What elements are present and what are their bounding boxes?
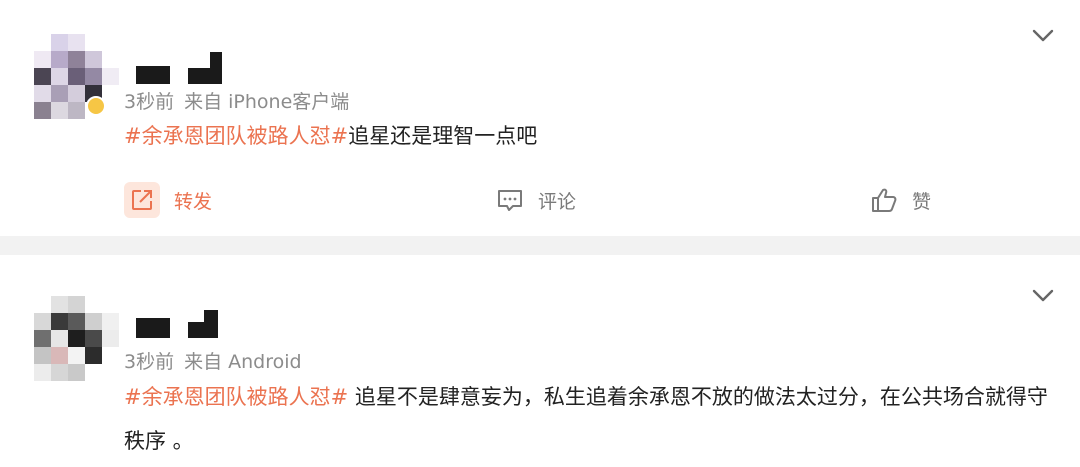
avatar[interactable]: [34, 34, 119, 119]
like-button[interactable]: 赞: [870, 180, 931, 220]
hashtag-link[interactable]: #余承恩团队被路人怼#: [124, 385, 348, 409]
comment-label: 评论: [538, 190, 577, 213]
like-icon: [872, 188, 897, 212]
post-meta: 3秒前 来自 iPhone客户端: [124, 87, 349, 114]
post-card: 3秒前 来自 Android #余承恩团队被路人怼# 追星不是肆意妄为，私生追着余…: [0, 255, 1080, 467]
post-content: #余承恩团队被路人怼# 追星不是肆意妄为，私生追着余承恩不放的做法太过分，在公共…: [124, 375, 1054, 463]
post-source: 来自 Android: [184, 351, 302, 373]
post-text: 追星还是理智一点吧: [348, 124, 538, 148]
comment-button[interactable]: 评论: [496, 180, 576, 220]
post-divider: [0, 236, 1080, 255]
action-bar: 转发 评论 赞: [0, 180, 1080, 220]
repost-button[interactable]: 转发: [124, 180, 212, 220]
post-meta: 3秒前 来自 Android: [124, 347, 302, 374]
repost-label: 转发: [174, 190, 213, 213]
username-redacted[interactable]: [136, 310, 218, 338]
chevron-down-icon[interactable]: [1030, 22, 1056, 48]
like-label: 赞: [912, 190, 932, 213]
vip-badge-icon: [86, 96, 106, 116]
post-source: 来自 iPhone客户端: [184, 91, 350, 113]
avatar[interactable]: [34, 296, 119, 381]
post-time: 3秒前: [124, 91, 175, 113]
repost-icon: [124, 182, 160, 218]
username-redacted[interactable]: [136, 52, 222, 84]
chevron-down-icon[interactable]: [1030, 282, 1056, 308]
hashtag-link[interactable]: #余承恩团队被路人怼#: [124, 124, 348, 148]
post-content: #余承恩团队被路人怼#追星还是理智一点吧: [124, 114, 1054, 158]
post-time: 3秒前: [124, 351, 175, 373]
post-card: 3秒前 来自 iPhone客户端 #余承恩团队被路人怼#追星还是理智一点吧 转发 …: [0, 0, 1080, 236]
comment-icon: [498, 190, 522, 211]
